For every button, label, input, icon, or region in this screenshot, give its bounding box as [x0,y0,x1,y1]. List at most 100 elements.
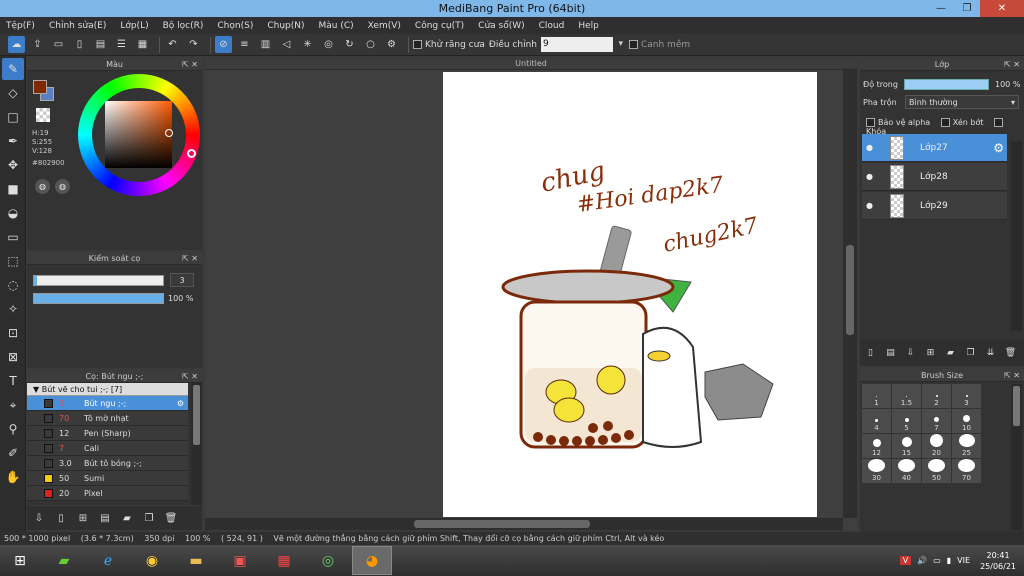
transparent-color-swatch[interactable] [36,108,50,122]
correction-select[interactable]: 9 [540,37,623,52]
foreground-color-swatch[interactable] [33,80,47,94]
canvas-vertical-scrollbar[interactable] [843,70,857,518]
size-cell[interactable]: 5 [892,409,921,433]
new-brush-icon[interactable]: ▯ [53,510,69,526]
internet-explorer-icon[interactable]: ℯ [88,546,128,575]
menu-cloud[interactable]: Cloud [539,21,565,31]
parallel-snap-icon[interactable]: ≡ [236,36,253,53]
menu-view[interactable]: Xem(V) [368,21,401,31]
close-button[interactable]: ✕ [980,0,1024,17]
brush-size-slider[interactable] [33,275,164,286]
brush-item[interactable]: 3.0 Bút tô bóng ;-; [27,456,188,471]
add-layer-icon[interactable]: ⊞ [923,346,938,361]
menu-layer[interactable]: Lớp(L) [120,21,148,31]
move-tool-icon[interactable]: ✥ [2,154,24,176]
share-icon[interactable]: ⇪ [29,36,46,53]
file-explorer-icon[interactable]: ▬ [176,546,216,575]
size-cell[interactable]: 1 [862,384,891,408]
folder-icon[interactable]: ▰ [943,346,958,361]
brush-size-value[interactable]: 3 [170,273,194,287]
gear-icon[interactable]: ⚙ [177,399,184,408]
menu-file[interactable]: Tệp(F) [6,21,35,31]
antialias-checkbox[interactable] [413,40,422,49]
grid-icon[interactable]: ▦ [134,36,151,53]
duplicate-icon[interactable]: ❐ [963,346,978,361]
brush-tool-icon[interactable]: ✎ [2,58,24,80]
palette-icon[interactable]: ◍ [35,179,50,194]
divide-tool-icon[interactable]: ⌖ [2,394,24,416]
brush-size-scrollbar[interactable] [1011,384,1022,530]
cloud-icon[interactable]: ☁ [8,36,25,53]
add-brush-icon[interactable]: ⊞ [75,510,91,526]
snap-checkbox[interactable] [628,40,638,49]
folder-icon[interactable]: ▰ [119,510,135,526]
brush-opacity-slider[interactable] [33,293,164,304]
rectangle-tool-icon[interactable]: □ [2,106,24,128]
windows-start-icon[interactable]: ⊞ [0,546,40,575]
volume-icon[interactable]: 🔊 [917,556,927,565]
scroll-thumb[interactable] [1013,386,1020,426]
battery-icon[interactable]: ▭ [933,556,941,565]
list-icon[interactable]: ☰ [113,36,130,53]
merge-down-icon[interactable]: ⇊ [983,346,998,361]
size-cell[interactable]: 50 [922,459,951,483]
pen-tool-icon[interactable]: ✒ [2,130,24,152]
size-cell[interactable]: 4 [862,409,891,433]
sv-marker[interactable] [165,129,173,137]
brush-group-header[interactable]: ▼ Bút vẽ cho tui ;-; [7] [27,383,188,396]
canvas-tab[interactable]: Untitled [205,58,857,70]
text-tool-icon[interactable]: T [2,370,24,392]
brush-item[interactable]: 50 Sumi [27,471,188,486]
gradient-tool-icon[interactable]: ▭ [2,226,24,248]
vietkey-icon[interactable]: V [899,556,912,565]
size-cell[interactable]: 7 [922,409,951,433]
brush-item[interactable]: 12 Pen (Sharp) [27,426,188,441]
curve-snap-icon[interactable]: ↻ [341,36,358,53]
gear-icon[interactable]: ⚙ [993,141,1004,155]
bucket-tool-icon[interactable]: ◒ [2,202,24,224]
brush-list-scrollbar[interactable] [191,383,202,505]
brush-item[interactable]: 20 Pixel [27,486,188,501]
panel-close-icon[interactable]: ⇱ ✕ [182,58,198,71]
brush-download-icon[interactable]: ⇩ [31,510,47,526]
canvas-horizontal-scrollbar[interactable] [205,518,843,530]
size-cell[interactable]: 12 [862,434,891,458]
lasso-tool-icon[interactable]: ◌ [2,274,24,296]
scroll-thumb[interactable] [846,245,854,335]
media-app-icon[interactable]: ▦ [264,546,304,575]
size-cell[interactable]: 10 [952,409,981,433]
brush-item[interactable]: 70 Tô mờ nhạt [27,411,188,426]
size-cell[interactable]: 3 [952,384,981,408]
input-language[interactable]: VIE [957,556,970,565]
ellipse-snap-icon[interactable]: ○ [362,36,379,53]
trash-icon[interactable]: 🗑 [163,510,179,526]
panel-close-icon[interactable]: ⇱ ✕ [1004,58,1020,71]
menu-filter[interactable]: Bộ lọc(R) [163,21,204,31]
panel-close-icon[interactable]: ⇱ ✕ [182,370,198,383]
hand-tool-icon[interactable]: ✋ [2,466,24,488]
hue-wheel[interactable] [78,74,200,196]
brush-item[interactable]: 7 Cali [27,441,188,456]
layer-item[interactable]: ● Lớp27 ⚙ [862,134,1007,162]
menu-help[interactable]: Help [578,21,599,31]
snap-off-icon[interactable]: ⊘ [215,36,232,53]
duplicate-icon[interactable]: ❐ [141,510,157,526]
redo-icon[interactable]: ↷ [185,36,202,53]
panel-close-icon[interactable]: ⇱ ✕ [1004,369,1020,382]
chrome-icon[interactable]: ◉ [132,546,172,575]
visibility-icon[interactable]: ● [866,143,876,152]
protect-alpha-checkbox[interactable] [866,118,875,127]
eyedropper-tool-icon[interactable]: ⚲ [2,418,24,440]
magic-wand-tool-icon[interactable]: ✧ [2,298,24,320]
comment-icon[interactable]: ▭ [50,36,67,53]
menu-select[interactable]: Chọn(S) [217,21,253,31]
size-cell[interactable]: 70 [952,459,981,483]
blend-mode-select[interactable]: Bình thường [905,95,1019,109]
scroll-thumb[interactable] [414,520,590,528]
size-cell[interactable]: 20 [922,434,951,458]
new-layer-icon[interactable]: ▯ [863,346,878,361]
scroll-thumb[interactable] [193,385,200,445]
select-tool-icon[interactable]: ⬚ [2,250,24,272]
size-cell[interactable]: 30 [862,459,891,483]
game-app-icon[interactable]: ◎ [308,546,348,575]
